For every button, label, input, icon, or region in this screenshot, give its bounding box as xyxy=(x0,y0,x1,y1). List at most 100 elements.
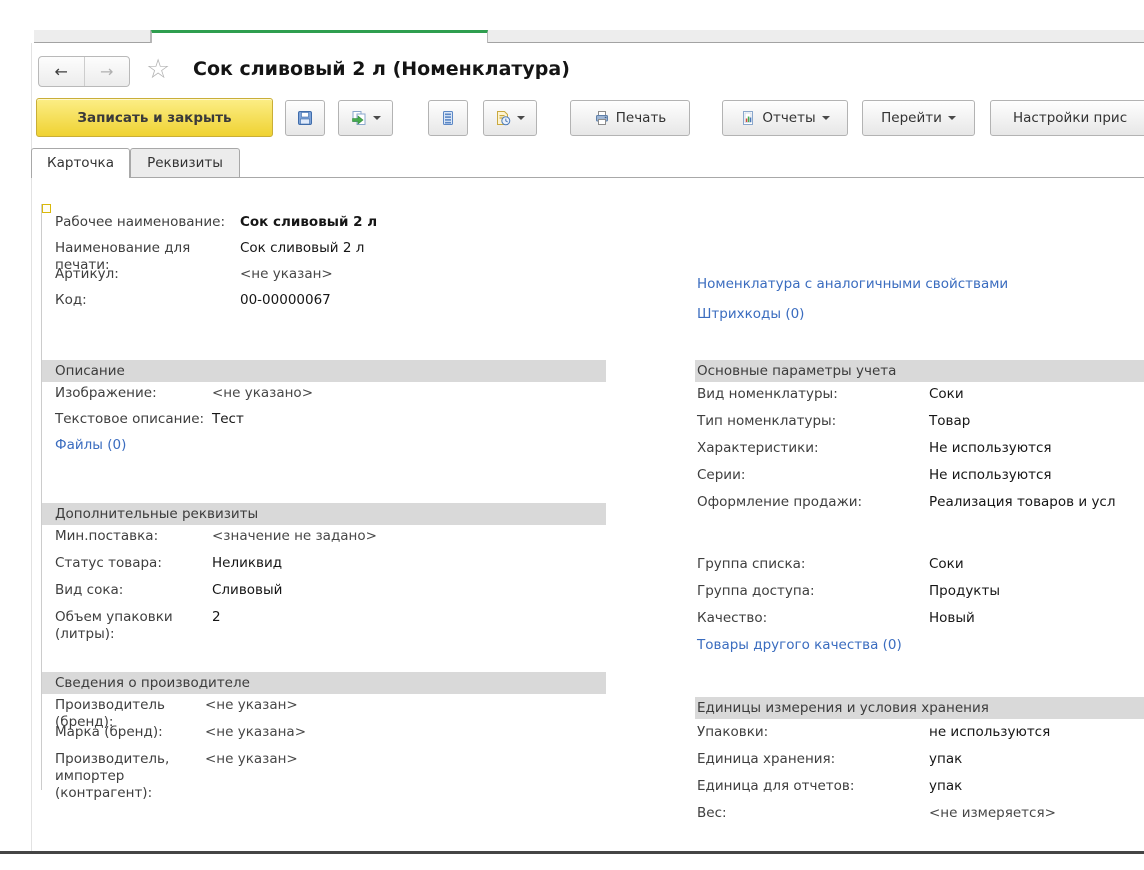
back-button[interactable]: ← xyxy=(39,57,85,86)
navigate-label: Перейти xyxy=(881,110,942,126)
window-tab-inactive-left[interactable] xyxy=(34,30,151,43)
create-copy-button[interactable] xyxy=(338,100,393,136)
field-value: Продукты xyxy=(929,583,1144,610)
field-row: Группа доступа: Продукты xyxy=(695,583,1144,610)
field-value: Соки xyxy=(929,556,1144,583)
field-row: Марка (бренд): <не указана> xyxy=(42,724,606,751)
field-value: Товар xyxy=(929,413,1144,440)
field-label: Текстовое описание: xyxy=(55,411,212,437)
field-label: Вид номенклатуры: xyxy=(697,386,929,413)
field-label: Мин.поставка: xyxy=(55,528,212,555)
field-label: Качество: xyxy=(697,610,929,637)
save-button[interactable] xyxy=(285,100,325,136)
history-nav-group: ← → xyxy=(38,56,130,87)
printer-icon xyxy=(594,110,610,126)
field-label: Единица хранения: xyxy=(697,751,929,778)
field-label: Вес: xyxy=(697,805,929,832)
save-and-close-label: Записать и закрыть xyxy=(77,110,231,126)
dropdown-caret-icon xyxy=(948,116,956,120)
field-row: Вид сока: Сливовый xyxy=(42,582,606,609)
change-history-button[interactable] xyxy=(483,100,537,136)
field-label: Группа доступа: xyxy=(697,583,929,610)
field-label: Изображение: xyxy=(55,385,212,411)
field-row: Оформление продажи: Реализация товаров и… xyxy=(695,494,1144,521)
field-row: Группа списка: Соки xyxy=(695,556,1144,583)
field-row: Упаковки: не используются xyxy=(695,724,1144,751)
field-value: 2 xyxy=(212,609,606,643)
field-row: Производитель (бренд): <не указан> xyxy=(42,697,606,724)
back-arrow-icon: ← xyxy=(55,62,68,81)
settings-label: Настройки прис xyxy=(1013,110,1127,126)
field-value: <значение не задано> xyxy=(212,528,606,555)
field-row: Вид номенклатуры: Соки xyxy=(695,386,1144,413)
summary-group: Рабочее наименование: Сок сливовый 2 л Н… xyxy=(42,214,606,318)
field-label: Артикул: xyxy=(55,266,240,292)
additional-group: Мин.поставка: <значение не задано> Стату… xyxy=(42,528,606,636)
field-label: Характеристики: xyxy=(697,440,929,467)
field-value: упак xyxy=(929,778,1144,805)
groups-group: Группа списка: Соки Группа доступа: Прод… xyxy=(695,556,1144,637)
field-row: Объем упаковки (литры): 2 xyxy=(42,609,606,636)
settings-button[interactable]: Настройки прис xyxy=(990,100,1144,136)
field-row: Наименование для печати: Сок сливовый 2 … xyxy=(42,240,606,266)
barcodes-link[interactable]: Штрихкоды (0) xyxy=(697,306,804,323)
field-row: Код: 00-00000067 xyxy=(42,292,606,318)
reports-button[interactable]: Отчеты xyxy=(722,100,848,136)
section-header-additional: Дополнительные реквизиты xyxy=(42,503,606,525)
navigate-button[interactable]: Перейти xyxy=(862,100,975,136)
print-label: Печать xyxy=(616,110,667,126)
section-header-units: Единицы измерения и условия хранения xyxy=(695,697,1144,719)
window-tab-active[interactable] xyxy=(151,30,488,43)
similar-items-link[interactable]: Номенклатура с аналогичными свойствами xyxy=(697,276,1008,293)
field-row: Артикул: <не указан> xyxy=(42,266,606,292)
field-label: Серии: xyxy=(697,467,929,494)
field-label: Группа списка: xyxy=(697,556,929,583)
field-value: Не используются xyxy=(929,440,1144,467)
history-icon xyxy=(495,110,511,126)
field-row: Мин.поставка: <значение не задано> xyxy=(42,528,606,555)
field-value: Реализация товаров и усл xyxy=(929,494,1144,521)
field-row: Характеристики: Не используются xyxy=(695,440,1144,467)
field-label: Производитель, импортер (контрагент): xyxy=(55,751,205,802)
tab-requisites[interactable]: Реквизиты xyxy=(130,148,240,177)
form-anchor-marker xyxy=(42,204,51,213)
field-label: Упаковки: xyxy=(697,724,929,751)
tab-card-label: Карточка xyxy=(47,155,114,171)
field-row: Статус товара: Неликвид xyxy=(42,555,606,582)
field-label: Тип номенклатуры: xyxy=(697,413,929,440)
save-icon xyxy=(297,110,313,126)
field-value: Неликвид xyxy=(212,555,606,582)
forward-arrow-icon: → xyxy=(100,62,113,81)
field-label: Оформление продажи: xyxy=(697,494,929,521)
field-row: Единица хранения: упак xyxy=(695,751,1144,778)
files-link[interactable]: Файлы (0) xyxy=(55,437,126,454)
field-label: Объем упаковки (литры): xyxy=(55,609,212,643)
field-value: не используются xyxy=(929,724,1144,751)
list-button[interactable] xyxy=(428,100,468,136)
favorite-star-icon[interactable]: ☆ xyxy=(146,53,170,87)
field-row: Единица для отчетов: упак xyxy=(695,778,1144,805)
dropdown-caret-icon xyxy=(822,116,830,120)
dropdown-caret-icon xyxy=(373,116,381,120)
field-label: Единица для отчетов: xyxy=(697,778,929,805)
field-row: Рабочее наименование: Сок сливовый 2 л xyxy=(42,214,606,240)
field-label: Марка (бренд): xyxy=(55,724,205,751)
field-row: Вес: <не измеряется> xyxy=(695,805,1144,832)
field-label: Вид сока: xyxy=(55,582,212,609)
forward-button[interactable]: → xyxy=(85,57,130,86)
field-value: Сок сливовый 2 л xyxy=(240,214,606,240)
field-row: Производитель, импортер (контрагент): <н… xyxy=(42,751,606,778)
tab-card[interactable]: Карточка xyxy=(31,148,130,178)
other-quality-link[interactable]: Товары другого качества (0) xyxy=(697,637,902,654)
section-header-main-params: Основные параметры учета xyxy=(695,360,1144,382)
print-button[interactable]: Печать xyxy=(570,100,690,136)
tab-requisites-label: Реквизиты xyxy=(147,155,223,171)
field-row: Текстовое описание: Тест xyxy=(42,411,606,437)
field-value: <не указана> xyxy=(205,724,606,751)
app-window: ← → ☆ Сок сливовый 2 л (Номенклатура) За… xyxy=(0,0,1144,870)
field-value: Новый xyxy=(929,610,1144,637)
list-icon xyxy=(440,110,456,126)
copy-icon xyxy=(351,110,367,126)
field-row: Серии: Не используются xyxy=(695,467,1144,494)
save-and-close-button[interactable]: Записать и закрыть xyxy=(36,98,273,137)
